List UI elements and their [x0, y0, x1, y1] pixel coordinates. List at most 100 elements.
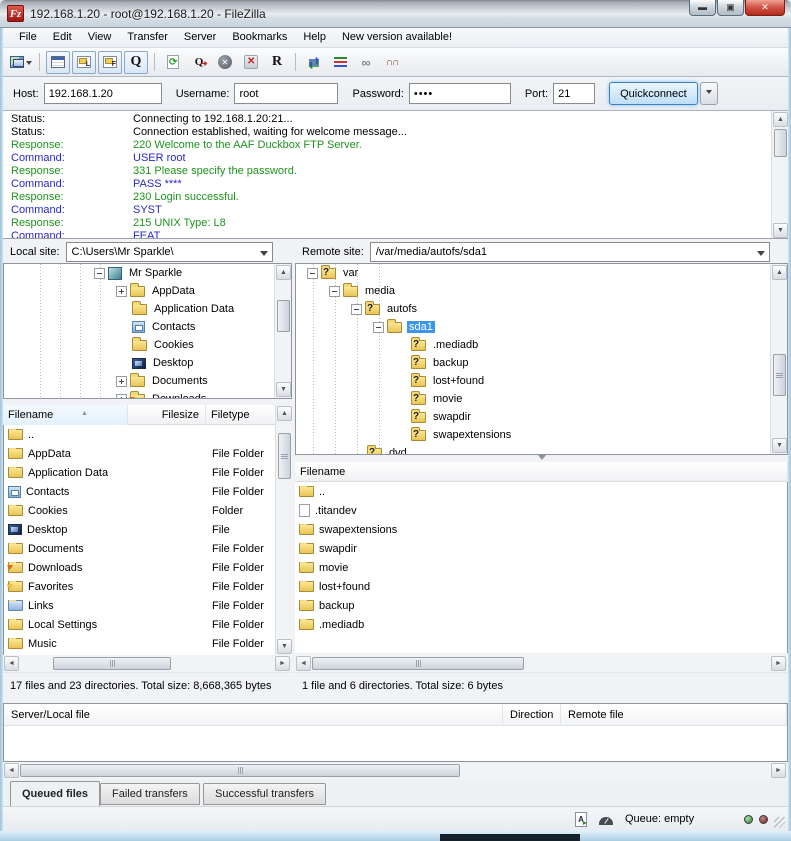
quickconnect-button[interactable]: Quickconnect [609, 82, 698, 105]
tree-item-media[interactable]: media [296, 282, 787, 300]
file-row[interactable]: Application DataFile Folder [4, 463, 292, 482]
log-vertical-scrollbar[interactable]: ▲ ▼ [771, 111, 788, 239]
tree-item-mr-sparkle[interactable]: Mr Sparkle [4, 264, 291, 282]
scrollbar-thumb[interactable] [53, 657, 171, 670]
expand-toggle-icon[interactable] [116, 376, 127, 387]
file-row[interactable]: ContactsFile Folder [4, 482, 292, 501]
file-row[interactable]: FavoritesFile Folder [4, 577, 292, 596]
tree-item-var[interactable]: var [296, 264, 787, 282]
scroll-up-icon[interactable]: ▲ [276, 265, 291, 280]
tree-item-desktop[interactable]: Desktop [4, 354, 291, 372]
local-path-combobox[interactable]: C:\Users\Mr Sparkle\ [66, 242, 273, 262]
tree-item-swapextensions[interactable]: swapextensions [296, 426, 787, 444]
column-filename[interactable]: Filename▲ [3, 405, 128, 425]
scrollbar-thumb[interactable] [277, 300, 290, 332]
scroll-right-icon[interactable]: ► [771, 763, 786, 778]
collapse-toggle-icon[interactable] [373, 322, 384, 333]
expand-toggle-icon[interactable] [116, 286, 127, 297]
remote-list-horizontal-scrollbar[interactable]: ◄ ► [295, 655, 788, 672]
minimize-button[interactable]: ▬ [689, 0, 716, 16]
file-row[interactable]: LinksFile Folder [4, 596, 292, 615]
transfer-type-icon[interactable]: A [575, 812, 587, 827]
menu-file[interactable]: File [11, 28, 45, 47]
collapse-toggle-icon[interactable] [329, 286, 340, 297]
menu-help[interactable]: Help [295, 28, 334, 47]
column-filesize[interactable]: Filesize [128, 405, 206, 425]
tree-item-backup[interactable]: backup [296, 354, 787, 372]
menu-server[interactable]: Server [176, 28, 224, 47]
menu-view[interactable]: View [80, 28, 120, 47]
find-files-button[interactable]: ∩∩ [380, 51, 404, 74]
port-input[interactable] [553, 83, 595, 104]
reconnect-button[interactable]: R [265, 51, 289, 74]
column-remote-file[interactable]: Remote file [561, 704, 787, 726]
file-row[interactable]: lost+found [295, 577, 787, 596]
tab-queued-files[interactable]: Queued files [10, 781, 100, 806]
scrollbar-thumb[interactable] [773, 354, 786, 396]
file-row[interactable]: DownloadsFile Folder [4, 558, 292, 577]
tab-failed-transfers[interactable]: Failed transfers [100, 783, 200, 805]
tree-item-sda1[interactable]: sda1 [296, 318, 787, 336]
speed-limits-icon[interactable] [599, 817, 613, 825]
disconnect-button[interactable] [239, 51, 263, 74]
scroll-up-icon[interactable]: ▲ [772, 265, 787, 280]
directory-listing-filters-button[interactable] [328, 51, 352, 74]
scrollbar-thumb[interactable] [774, 129, 787, 157]
scroll-down-icon[interactable]: ▼ [277, 639, 292, 654]
site-manager-button[interactable] [9, 51, 33, 74]
process-queue-button[interactable]: Q [187, 51, 211, 74]
local-tree-vertical-scrollbar[interactable]: ▲ ▼ [274, 264, 291, 398]
synchronized-browsing-button[interactable]: ∞ [354, 51, 378, 74]
file-row[interactable]: swapdir [295, 539, 787, 558]
refresh-button[interactable] [161, 51, 185, 74]
file-row[interactable]: swapextensions [295, 520, 787, 539]
scroll-left-icon[interactable]: ◄ [4, 763, 19, 778]
menu-transfer[interactable]: Transfer [119, 28, 176, 47]
menu-new-version[interactable]: New version available! [334, 28, 460, 47]
expand-toggle-icon[interactable] [116, 394, 127, 400]
tree-item-dvd[interactable]: dvd [296, 444, 787, 455]
remote-path-combobox[interactable]: /var/media/autofs/sda1 [370, 242, 770, 262]
scrollbar-thumb[interactable] [20, 764, 460, 777]
file-row[interactable]: MusicFile Folder [4, 634, 292, 653]
scroll-down-icon[interactable]: ▼ [773, 223, 788, 238]
file-row[interactable]: Local SettingsFile Folder [4, 615, 292, 634]
queue-horizontal-scrollbar[interactable]: ◄ ► [3, 762, 788, 779]
scrollbar-thumb[interactable] [278, 433, 291, 479]
file-row[interactable]: .mediadb [295, 615, 787, 634]
titlebar[interactable]: Fz 192.168.1.20 - root@192.168.1.20 - Fi… [0, 0, 791, 28]
tree-item-autofs[interactable]: autofs [296, 300, 787, 318]
scroll-right-icon[interactable]: ► [771, 656, 786, 671]
scroll-down-icon[interactable]: ▼ [772, 438, 787, 453]
menu-edit[interactable]: Edit [45, 28, 80, 47]
resize-grip[interactable] [774, 817, 785, 828]
collapse-toggle-icon[interactable] [94, 268, 105, 279]
tree-item-downloads[interactable]: Downloads [4, 390, 291, 399]
toggle-remote-tree-button[interactable]: F [98, 51, 122, 74]
tree-item-application-data[interactable]: Application Data [4, 300, 291, 318]
scroll-up-icon[interactable]: ▲ [277, 406, 292, 421]
tree-item-contacts[interactable]: Contacts [4, 318, 291, 336]
tree-item-documents[interactable]: Documents [4, 372, 291, 390]
username-input[interactable] [234, 83, 338, 104]
column-filename[interactable]: Filename [295, 462, 788, 482]
scrollbar-thumb[interactable] [312, 657, 524, 670]
collapse-toggle-icon[interactable] [351, 304, 362, 315]
column-server-local-file[interactable]: Server/Local file [4, 704, 503, 726]
host-input[interactable] [44, 83, 162, 104]
file-row[interactable]: DesktopFile [4, 520, 292, 539]
tree-item-mediadb[interactable]: .mediadb [296, 336, 787, 354]
quickconnect-dropdown-button[interactable] [700, 82, 718, 105]
maximize-button[interactable]: ▣ [717, 0, 744, 16]
file-row[interactable]: .. [4, 425, 292, 444]
scroll-up-icon[interactable]: ▲ [773, 112, 788, 127]
file-row[interactable]: DocumentsFile Folder [4, 539, 292, 558]
close-button[interactable]: ✕ [745, 0, 785, 16]
scroll-left-icon[interactable]: ◄ [4, 656, 19, 671]
tree-item-appdata[interactable]: AppData [4, 282, 291, 300]
column-direction[interactable]: Direction [503, 704, 561, 726]
file-row[interactable]: CookiesFolder [4, 501, 292, 520]
tree-item-swapdir[interactable]: swapdir [296, 408, 787, 426]
local-list-horizontal-scrollbar[interactable]: ◄ ► [3, 655, 292, 672]
file-row[interactable]: movie [295, 558, 787, 577]
